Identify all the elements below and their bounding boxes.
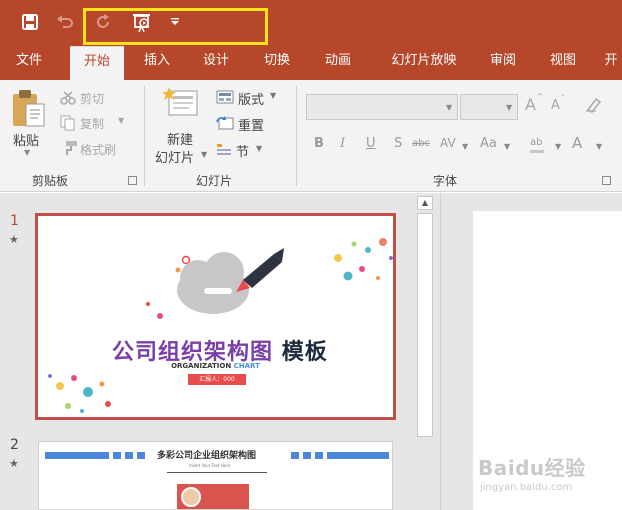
text-shadow-button[interactable]: S — [394, 136, 402, 151]
character-spacing-dropdown-arrow[interactable]: ▼ — [462, 142, 468, 151]
font-dialog-launcher-icon[interactable] — [602, 176, 611, 185]
thumbnail-scrollbar[interactable]: ▲ — [416, 193, 434, 510]
slide-2-banner-bar — [125, 452, 133, 459]
scrollbar-thumb[interactable] — [417, 213, 433, 437]
tab-review[interactable]: 审阅 — [480, 46, 526, 80]
highlight-annotation-box — [83, 8, 268, 45]
clipboard-group-label: 剪贴板 — [32, 174, 69, 188]
format-painter-button[interactable]: 格式刷 — [80, 141, 116, 158]
clipboard-dialog-launcher-icon[interactable] — [128, 176, 137, 185]
slide-1-artwork — [48, 238, 393, 413]
new-slide-dropdown-arrow[interactable]: ▼ — [201, 150, 207, 159]
font-size-dropdown-arrow[interactable]: ▼ — [506, 103, 512, 112]
increase-font-size-caret-icon: ^ — [537, 92, 544, 101]
decrease-font-size-button[interactable]: A — [551, 98, 560, 113]
section-dropdown-arrow[interactable]: ▼ — [256, 144, 262, 153]
slide-2-banner-bar — [291, 452, 299, 459]
slide-thumbnail-1[interactable]: 公司组织架构图 模板 ORGANIZATION CHART 汇报人：000 — [35, 213, 396, 420]
tab-view[interactable]: 视图 — [540, 46, 586, 80]
watermark-brand: Baidu经验 — [478, 456, 586, 480]
copy-dropdown-arrow[interactable]: ▼ — [118, 116, 124, 125]
slide-2-title: 多彩公司企业组织架构图 — [157, 451, 257, 461]
slide-2-banner-bar — [315, 452, 323, 459]
scroll-up-arrow-icon[interactable]: ▲ — [417, 196, 433, 210]
underline-button[interactable]: U — [366, 136, 376, 151]
change-case-button[interactable]: Aa — [480, 136, 497, 151]
decrease-font-size-caret-icon: ˇ — [561, 94, 565, 103]
font-name-dropdown[interactable] — [306, 94, 458, 120]
tab-design[interactable]: 设计 — [193, 46, 239, 80]
slide-2-banner-bar — [303, 452, 311, 459]
tab-animations[interactable]: 动画 — [315, 46, 361, 80]
increase-font-size-button[interactable]: A — [525, 95, 536, 114]
italic-button[interactable]: I — [340, 136, 345, 151]
slide-number: 2 — [10, 437, 19, 453]
slide-2-banner-bar — [113, 452, 121, 459]
strikethrough-button[interactable]: abc — [412, 138, 430, 149]
slide-1-presenter-badge: 汇报人：000 — [188, 374, 246, 385]
slide-1-subtitle-part1: ORGANIZATION — [171, 362, 232, 370]
tab-home[interactable]: 开始 — [70, 46, 124, 80]
layout-dropdown-arrow[interactable]: ▼ — [270, 91, 276, 100]
paste-dropdown-arrow[interactable]: ▼ — [24, 148, 30, 157]
tab-overflow[interactable]: 开 — [600, 46, 622, 80]
tab-file[interactable]: 文件 — [6, 46, 52, 80]
slide-thumbnail-pane: 1 ★ 公司组织架构图 模板 ORGANIZATION CHART 汇报人：00… — [0, 193, 440, 510]
character-spacing-button[interactable]: AV — [440, 136, 456, 150]
animation-star-icon: ★ — [9, 457, 19, 470]
animation-star-icon: ★ — [9, 233, 19, 246]
paste-label[interactable]: 粘贴 — [13, 130, 39, 149]
undo-icon[interactable] — [54, 9, 76, 35]
slide-2-banner-bar — [45, 452, 109, 459]
new-slide-label-line2[interactable]: 幻灯片 — [155, 147, 194, 166]
new-slide-icon[interactable] — [162, 85, 201, 123]
format-painter-icon[interactable] — [60, 140, 78, 160]
cut-button[interactable]: 剪切 — [80, 90, 104, 107]
change-case-dropdown-arrow[interactable]: ▼ — [504, 142, 510, 151]
tab-transitions[interactable]: 切换 — [254, 46, 300, 80]
slides-group-label: 幻灯片 — [196, 174, 233, 188]
layout-button[interactable]: 版式 — [238, 89, 264, 108]
new-slide-label-line1[interactable]: 新建 — [167, 129, 193, 148]
font-color-dropdown-arrow[interactable]: ▼ — [596, 142, 602, 151]
paste-icon[interactable] — [10, 88, 46, 134]
ribbon-tabs: 文件 开始 插入 设计 切换 动画 幻灯片放映 审阅 视图 开 — [0, 46, 622, 80]
highlight-color-button[interactable]: ab — [530, 137, 542, 148]
slide-2-banner-bar — [137, 452, 145, 459]
title-bar — [0, 0, 622, 46]
tab-insert[interactable]: 插入 — [134, 46, 180, 80]
copy-icon[interactable] — [60, 115, 76, 135]
bold-button[interactable]: B — [314, 136, 324, 151]
font-color-button[interactable]: A — [572, 134, 582, 152]
slide-number: 1 — [10, 213, 19, 229]
reset-icon[interactable] — [216, 115, 234, 134]
clear-formatting-icon[interactable] — [584, 96, 602, 118]
copy-button[interactable]: 复制 — [80, 115, 104, 132]
font-group-label: 字体 — [433, 174, 458, 188]
layout-icon[interactable] — [216, 89, 234, 108]
save-icon[interactable] — [18, 9, 42, 35]
tab-slideshow[interactable]: 幻灯片放映 — [380, 46, 468, 80]
slide-2-banner-bar — [327, 452, 389, 459]
section-icon[interactable] — [216, 142, 232, 161]
group-divider — [144, 86, 145, 186]
highlight-dropdown-arrow[interactable]: ▼ — [555, 142, 561, 151]
highlight-color-bar — [530, 150, 544, 153]
slide-2-subtitle: Insert Your Text Here — [189, 463, 231, 468]
reset-button[interactable]: 重置 — [238, 115, 264, 134]
section-button[interactable]: 节 — [236, 141, 249, 160]
slide-1-subtitle: ORGANIZATION CHART — [38, 362, 393, 370]
slide-2-avatar — [181, 487, 201, 507]
slide-2-divider — [167, 472, 267, 473]
baidu-watermark: Baidu经验 jingyan.baidu.com — [478, 452, 608, 498]
watermark-url: jingyan.baidu.com — [480, 482, 573, 493]
font-name-dropdown-arrow[interactable]: ▼ — [446, 103, 452, 112]
slide-thumbnail-2[interactable]: 多彩公司企业组织架构图 Insert Your Text Here — [38, 441, 393, 510]
scissors-icon[interactable] — [60, 90, 76, 109]
ribbon-home: 粘贴 ▼ 剪切 复制 ▼ 格式刷 剪贴板 新建 幻灯片 ▼ 版式 ▼ 重置 节 … — [0, 80, 622, 192]
group-divider — [296, 86, 297, 186]
slide-1-subtitle-part2: CHART — [233, 362, 260, 370]
